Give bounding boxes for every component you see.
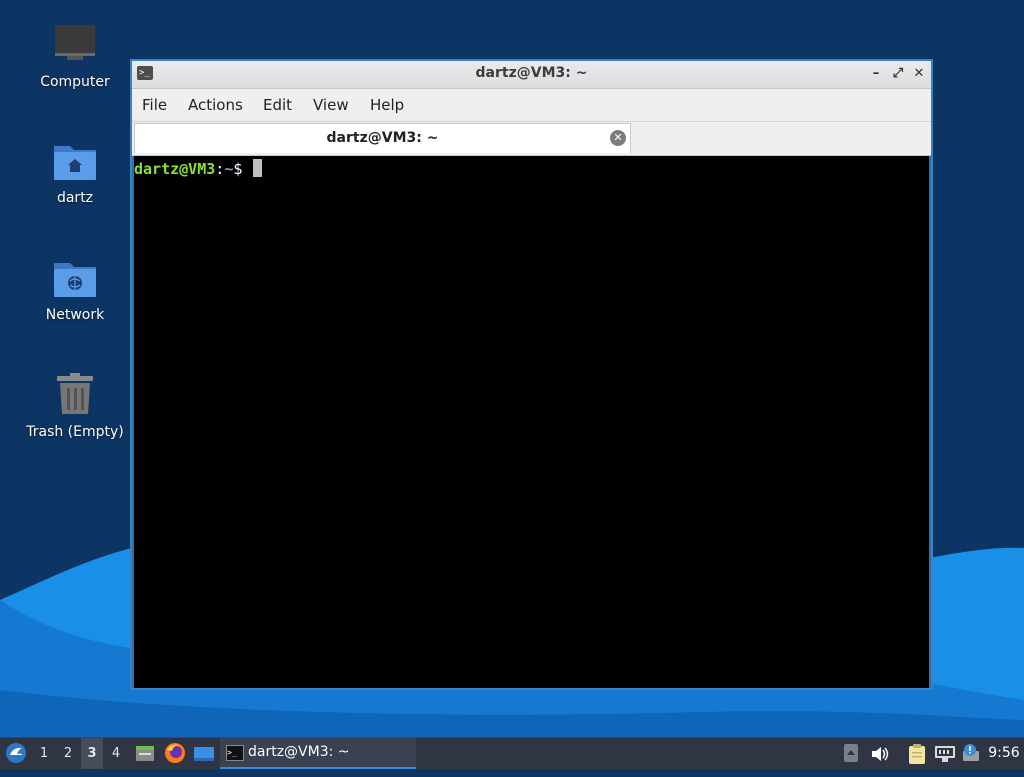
tab-terminal[interactable]: dartz@VM3: ~ ✕ [134,123,631,153]
window-titlebar[interactable]: >_ dartz@VM3: ~ – ⤢ ✕ [132,61,931,89]
file-manager-icon[interactable] [133,738,157,769]
taskbar-task-terminal[interactable]: >_ dartz@VM3: ~ [220,738,416,769]
start-menu-button[interactable] [4,738,28,769]
volume-icon[interactable] [870,738,890,769]
tab-label: dartz@VM3: ~ [326,130,439,146]
network-folder-icon [51,255,99,303]
update-notifier-icon[interactable] [960,738,982,769]
maximize-button[interactable]: ⤢ [889,65,907,83]
prompt-user: dartz@VM3 [134,160,216,178]
tab-bar: dartz@VM3: ~ ✕ [132,122,931,156]
window-title: dartz@VM3: ~ [475,65,588,81]
terminal-output[interactable]: dartz@VM3:~$ [134,156,929,688]
taskbar: 1 2 3 4 >_ dartz@VM3: ~ 9:56 [0,737,1024,769]
tab-close-icon[interactable]: ✕ [610,130,626,146]
workspace-1[interactable]: 1 [33,738,55,769]
clipboard-icon[interactable] [906,738,928,769]
prompt-path: ~ [224,160,234,178]
trash-icon [51,372,99,420]
desktop-icon-home[interactable]: dartz [15,138,135,206]
workspace-4[interactable]: 4 [105,738,127,769]
text-cursor [253,159,263,177]
desktop-icon-network[interactable]: Network [15,255,135,323]
prompt-separator: : [215,160,225,178]
workspace-3[interactable]: 3 [81,738,103,769]
desktop-icon-label: dartz [56,190,94,206]
menu-edit[interactable]: Edit [263,96,292,114]
minimize-button[interactable]: – [867,65,885,83]
desktop-icon-label: Computer [40,74,110,90]
terminal-icon: >_ [226,745,244,761]
desktop-icon-label: Network [45,307,105,323]
firefox-icon[interactable] [163,738,187,769]
menu-view[interactable]: View [313,96,349,114]
shell-prompt: dartz@VM3:~$ [134,159,263,178]
task-label: dartz@VM3: ~ [248,744,350,760]
close-button[interactable]: ✕ [910,65,928,83]
home-folder-icon [51,138,99,186]
tray-up-arrow-icon[interactable] [843,738,859,769]
workspace-2[interactable]: 2 [57,738,79,769]
desktop-icon-label: Trash (Empty) [26,424,124,440]
show-desktop-icon[interactable] [192,738,216,769]
menu-actions[interactable]: Actions [188,96,243,114]
network-wired-icon[interactable] [933,738,957,769]
prompt-symbol: $ [233,160,252,178]
desktop-icon-computer[interactable]: Computer [15,22,135,90]
terminal-window: >_ dartz@VM3: ~ – ⤢ ✕ File Actions Edit … [130,59,933,690]
lubuntu-logo-icon [6,743,26,763]
desktop-icon-trash[interactable]: Trash (Empty) [15,372,135,440]
menu-help[interactable]: Help [370,96,404,114]
computer-icon [51,22,99,70]
menu-bar: File Actions Edit View Help [132,89,931,122]
menu-file[interactable]: File [142,96,167,114]
clock[interactable]: 9:56 [984,738,1024,769]
